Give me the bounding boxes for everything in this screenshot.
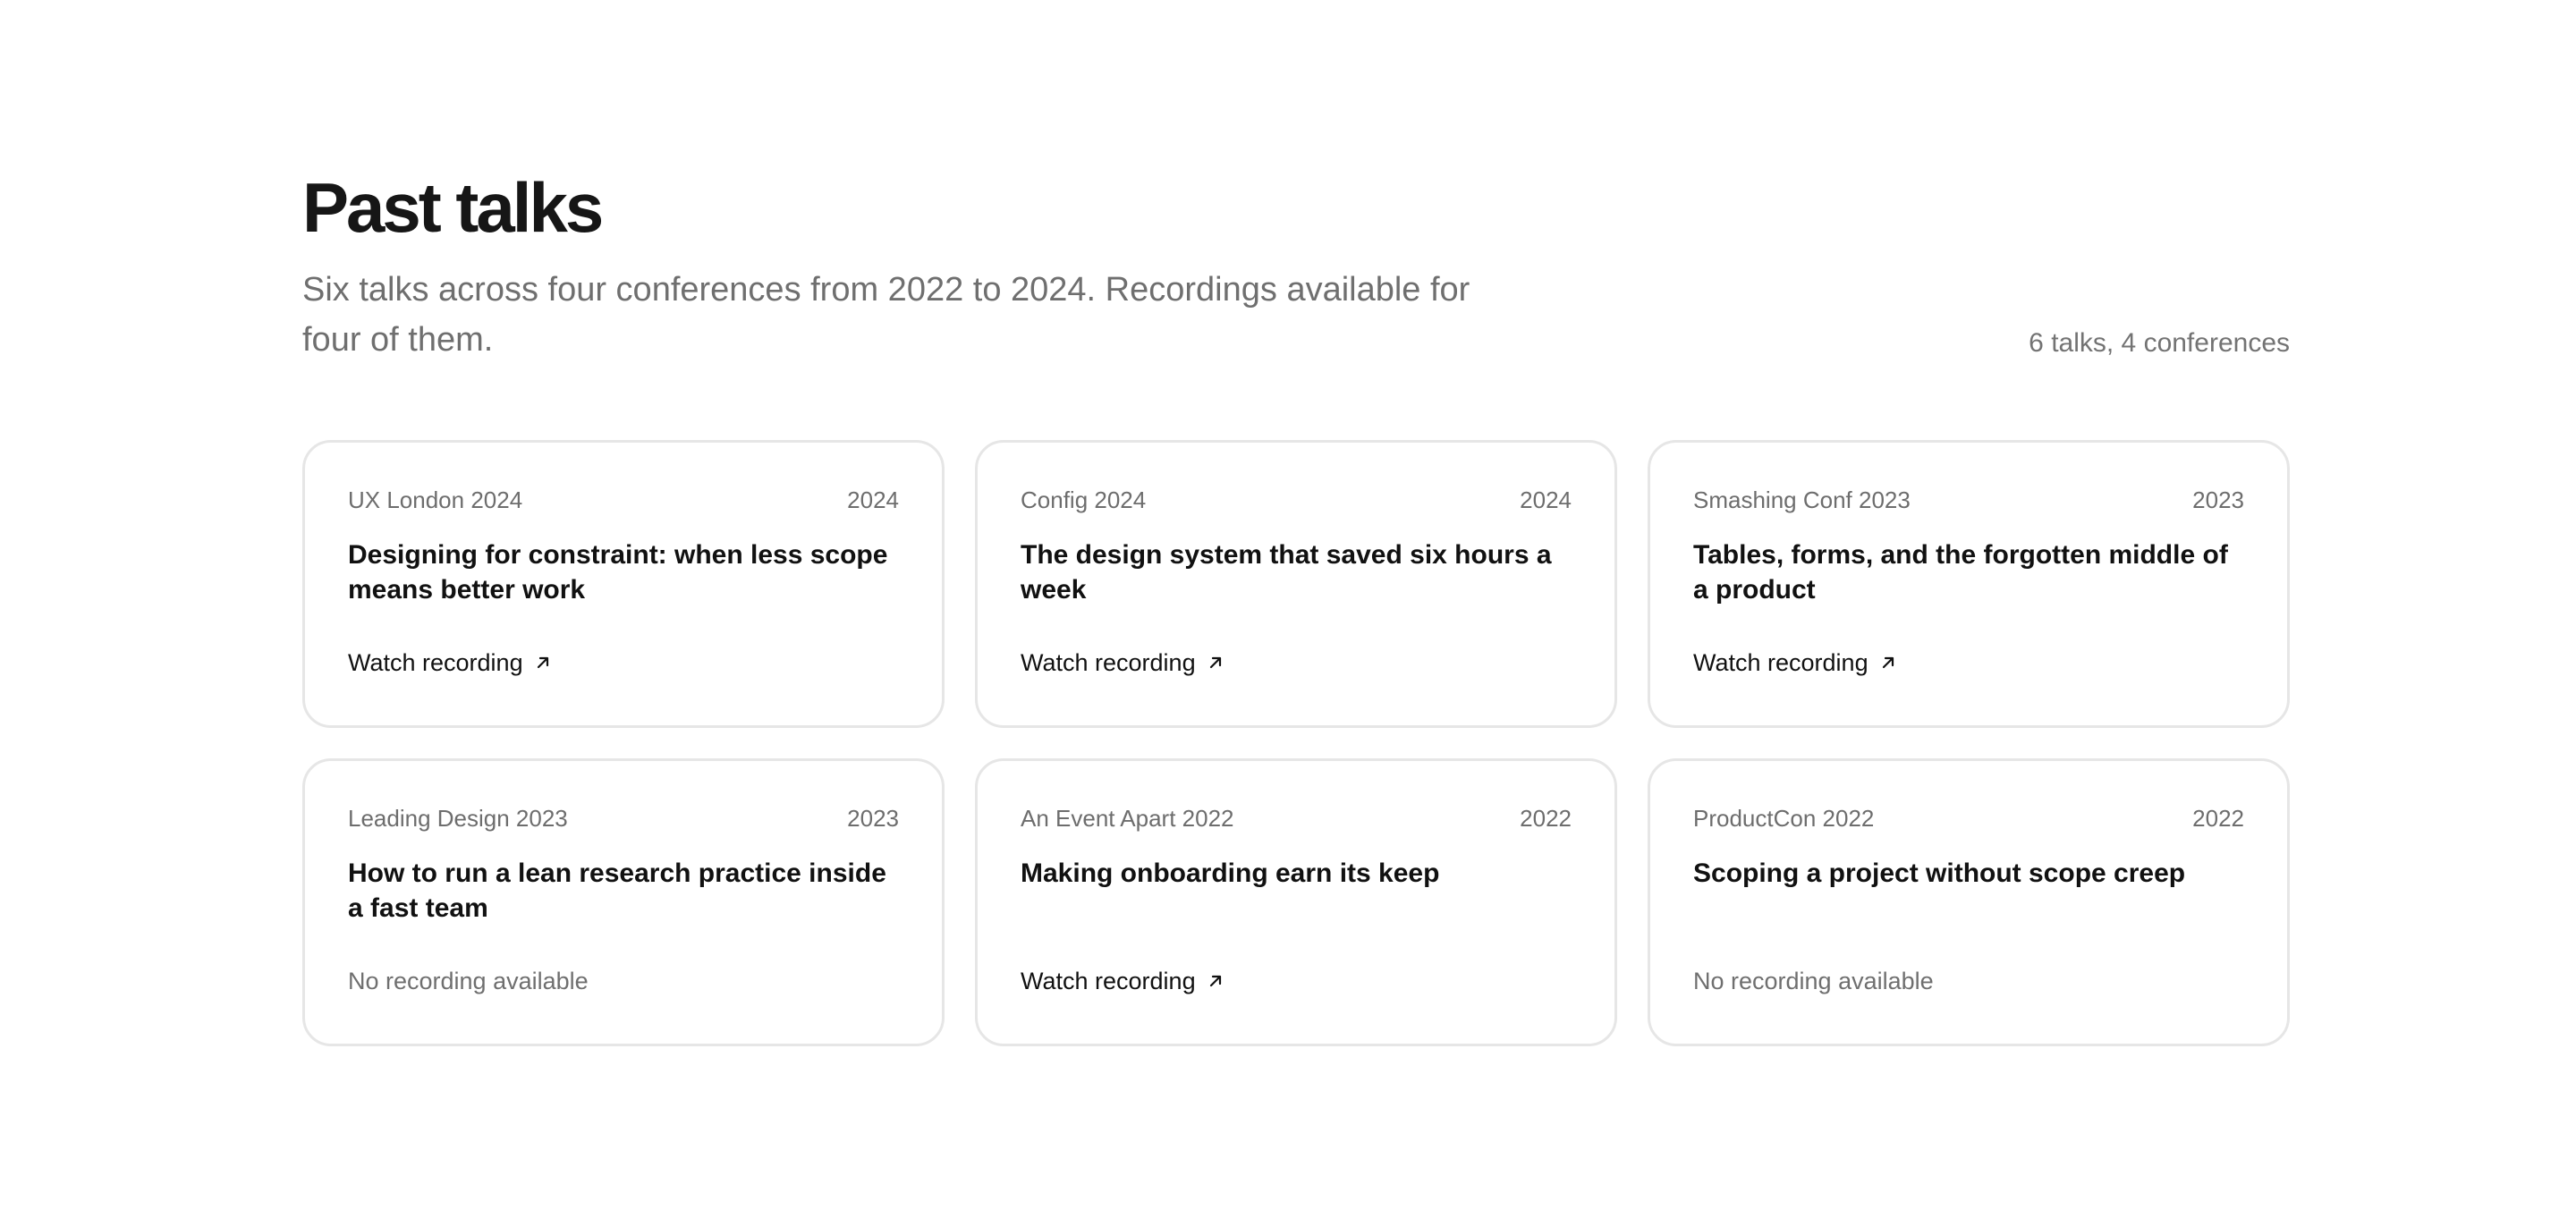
no-recording-label: No recording available (348, 968, 589, 994)
card-footer: Watch recording (1693, 647, 1895, 679)
talk-card: ProductCon 2022 2022 Scoping a project w… (1648, 758, 2290, 1046)
card-footer: Watch recording (348, 647, 550, 679)
card-meta: ProductCon 2022 2022 (1693, 802, 2244, 834)
card-footer: Watch recording (1021, 965, 1223, 997)
talk-year: 2022 (1520, 805, 1572, 832)
past-talks-section: Past talks Six talks across four confere… (302, 161, 2290, 1046)
talk-card: Smashing Conf 2023 2023 Tables, forms, a… (1648, 440, 2290, 728)
talk-card: An Event Apart 2022 2022 Making onboardi… (975, 758, 1617, 1046)
watch-recording-link[interactable]: Watch recording (1693, 647, 1895, 679)
conference-name: An Event Apart 2022 (1021, 805, 1234, 832)
arrow-up-right-icon (1209, 656, 1221, 669)
card-footer: No recording available (348, 965, 589, 997)
talk-title: The design system that saved six hours a… (1021, 540, 1552, 605)
talk-card: Config 2024 2024 The design system that … (975, 440, 1617, 728)
talk-year: 2024 (1520, 486, 1572, 513)
card-meta: An Event Apart 2022 2022 (1021, 802, 1572, 834)
talk-year: 2022 (2192, 805, 2244, 832)
page-subtitle: Six talks across four conferences from 2… (302, 271, 1470, 359)
watch-recording-label: Watch recording (348, 649, 523, 676)
conference-name: Leading Design 2023 (348, 805, 568, 832)
talk-title: Tables, forms, and the forgotten middle … (1693, 540, 2228, 605)
arrow-up-right-icon (1882, 656, 1894, 669)
talks-grid: UX London 2024 2024 Designing for constr… (302, 440, 2290, 1046)
talk-year: 2023 (847, 805, 899, 832)
talk-count-summary: 6 talks, 4 conferences (2029, 328, 2290, 358)
card-meta: Smashing Conf 2023 2023 (1693, 484, 2244, 516)
talk-title: How to run a lean research practice insi… (348, 859, 886, 923)
watch-recording-link[interactable]: Watch recording (348, 647, 550, 679)
conference-name: UX London 2024 (348, 486, 523, 513)
watch-recording-link[interactable]: Watch recording (1021, 647, 1223, 679)
talk-card: UX London 2024 2024 Designing for constr… (302, 440, 945, 728)
section-header: Six talks across four conferences from 2… (302, 265, 2290, 372)
talk-title: Scoping a project without scope creep (1693, 859, 2186, 888)
talk-title: Making onboarding earn its keep (1021, 859, 1440, 888)
talk-card: Leading Design 2023 2023 How to run a le… (302, 758, 945, 1046)
watch-recording-label: Watch recording (1021, 649, 1196, 676)
arrow-up-right-icon (537, 656, 548, 669)
card-meta: Leading Design 2023 2023 (348, 802, 899, 834)
conference-name: Smashing Conf 2023 (1693, 486, 1911, 513)
watch-recording-label: Watch recording (1693, 649, 1868, 676)
watch-recording-link[interactable]: Watch recording (1021, 965, 1223, 997)
page-title: Past talks (302, 168, 604, 247)
talk-year: 2023 (2192, 486, 2244, 513)
card-meta: Config 2024 2024 (1021, 484, 1572, 516)
watch-recording-label: Watch recording (1021, 968, 1196, 994)
conference-name: ProductCon 2022 (1693, 805, 1875, 832)
no-recording-label: No recording available (1693, 968, 1934, 994)
conference-name: Config 2024 (1021, 486, 1147, 513)
card-footer: Watch recording (1021, 647, 1223, 679)
arrow-up-right-icon (1209, 975, 1221, 987)
talk-year: 2024 (847, 486, 899, 513)
card-meta: UX London 2024 2024 (348, 484, 899, 516)
talk-title: Designing for constraint: when less scop… (348, 540, 888, 605)
card-footer: No recording available (1693, 965, 1934, 997)
